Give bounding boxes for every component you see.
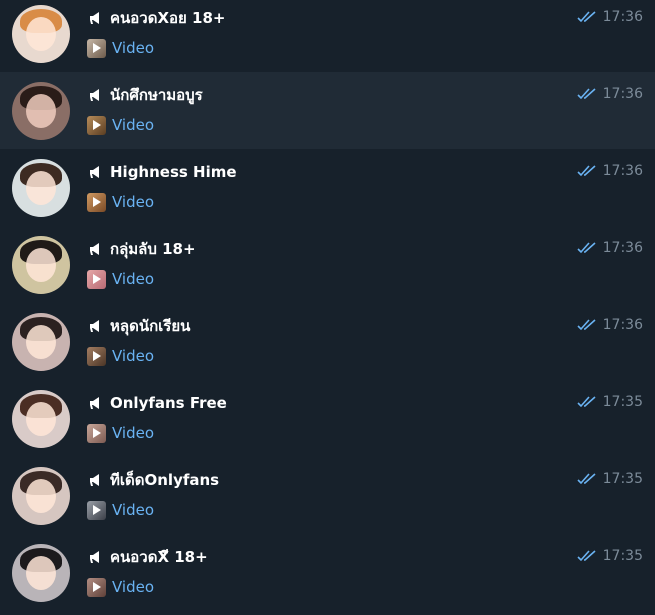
avatar [12,82,70,140]
double-check-icon [577,473,596,485]
avatar [12,236,70,294]
avatar [12,467,70,525]
megaphone-icon [90,320,99,332]
video-thumbnail-icon [87,192,106,212]
video-thumbnail-icon [87,115,106,135]
avatar [12,390,70,448]
chat-row[interactable]: หลุดนักเรียน 17:36 Video [0,303,655,380]
chat-list: คนอวดXอย 18+ 17:36 Video นักศึกษามอบูร 1… [0,0,655,615]
chat-row[interactable]: Onlyfans Free 17:35 Video [0,380,655,457]
chat-row[interactable]: Highness Hime 17:36 Video [0,149,655,226]
chat-time: 17:36 [602,86,643,102]
megaphone-icon [90,397,99,409]
double-check-icon [577,242,596,254]
megaphone-icon [90,89,99,101]
video-thumbnail-icon [87,346,106,366]
chat-time: 17:35 [602,471,643,487]
message-preview: Video [112,578,155,596]
chat-time: 17:36 [602,9,643,25]
chat-row[interactable]: นักศึกษามอบูร 17:36 Video [0,72,655,149]
chat-time: 17:36 [602,163,643,179]
avatar [12,544,70,602]
chat-row[interactable]: ทีเด็ดOnlyfans 17:35 Video [0,457,655,534]
double-check-icon [577,396,596,408]
video-thumbnail-icon [87,577,106,597]
chat-name: คนอวดXี 18+ [110,548,208,566]
megaphone-icon [90,551,99,563]
avatar [12,159,70,217]
double-check-icon [577,550,596,562]
message-preview: Video [112,347,155,365]
chat-name: กลุ่มลับ 18+ [110,240,196,258]
chat-name: คนอวดXอย 18+ [110,9,226,27]
video-thumbnail-icon [87,38,106,58]
megaphone-icon [90,12,99,24]
chat-name: ทีเด็ดOnlyfans [110,471,220,489]
chat-time: 17:36 [602,240,643,256]
chat-name: Onlyfans Free [110,394,227,412]
double-check-icon [577,11,596,23]
video-thumbnail-icon [87,269,106,289]
avatar [12,5,70,63]
chat-name: นักศึกษามอบูร [110,86,203,104]
chat-time: 17:36 [602,317,643,333]
video-thumbnail-icon [87,500,106,520]
chat-row[interactable]: กลุ่มลับ 18+ 17:36 Video [0,226,655,303]
chat-name: Highness Hime [110,163,237,181]
chat-time: 17:35 [602,394,643,410]
megaphone-icon [90,166,99,178]
message-preview: Video [112,424,155,442]
message-preview: Video [112,116,155,134]
megaphone-icon [90,243,99,255]
chat-row[interactable]: คนอวดXี 18+ 17:35 Video [0,534,655,611]
double-check-icon [577,319,596,331]
video-thumbnail-icon [87,423,106,443]
message-preview: Video [112,501,155,519]
message-preview: Video [112,270,155,288]
double-check-icon [577,165,596,177]
chat-row[interactable]: คนอวดXอย 18+ 17:36 Video [0,0,655,72]
message-preview: Video [112,193,155,211]
message-preview: Video [112,39,155,57]
chat-time: 17:35 [602,548,643,564]
double-check-icon [577,88,596,100]
megaphone-icon [90,474,99,486]
avatar [12,313,70,371]
chat-name: หลุดนักเรียน [110,317,191,335]
